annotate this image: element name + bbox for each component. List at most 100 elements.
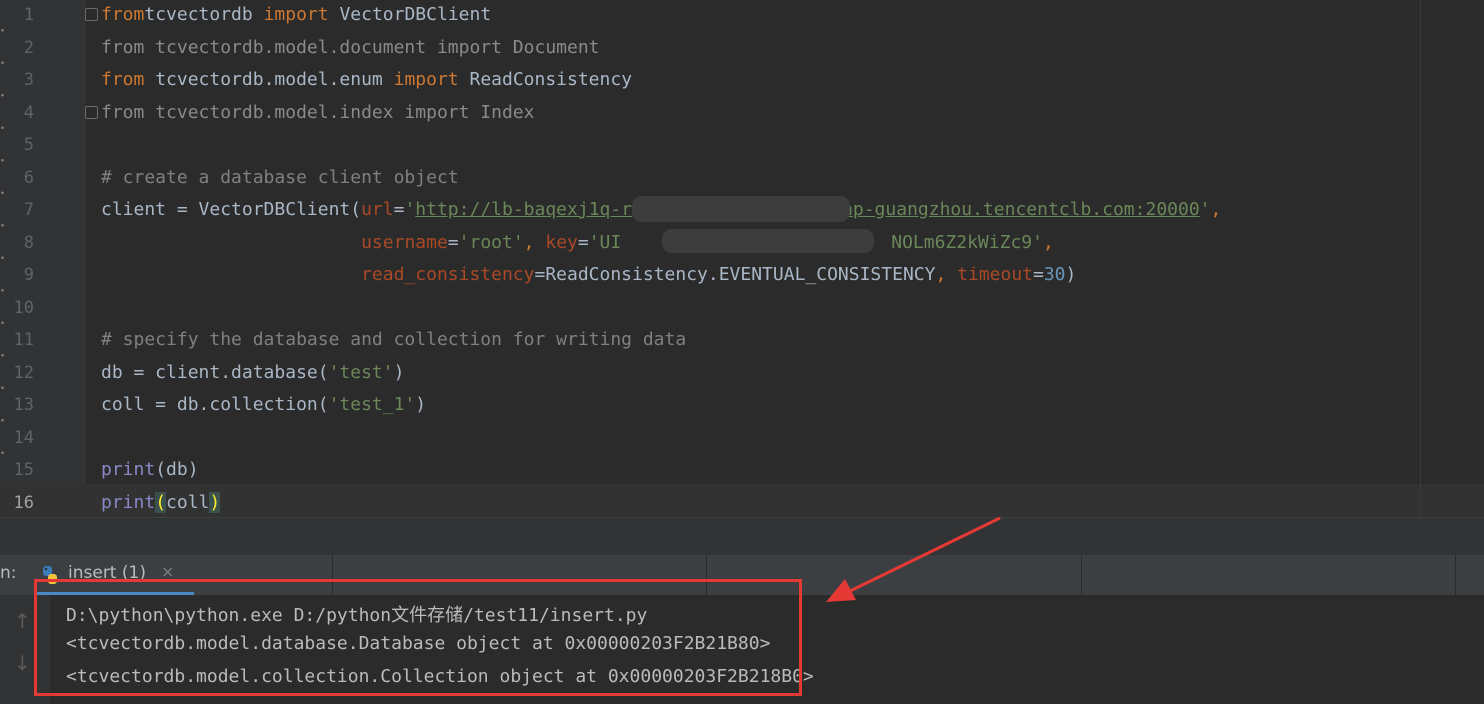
panel-separator — [0, 517, 1484, 556]
code-token: 'root' — [458, 231, 524, 253]
annotation-highlight-box — [34, 579, 802, 696]
run-window-label: n: — [0, 563, 17, 583]
redacted-url-blur — [632, 196, 850, 222]
code-token: ( — [155, 491, 167, 513]
code-token: ap-guangzhou.tencentclb.com:20000 — [842, 199, 1200, 220]
fold-marker-icon[interactable] — [85, 8, 98, 21]
code-text: coll = db.collection('test_1') — [101, 390, 426, 420]
code-line[interactable]: 9 read_consistency=ReadConsistency.EVENT… — [0, 260, 1484, 293]
code-text: db = client.database('test') — [101, 358, 404, 388]
line-number: 5 — [23, 135, 34, 155]
code-token: username — [361, 231, 448, 253]
code-token: key — [545, 231, 578, 253]
code-token: http://lb-baqexj1q-r — [415, 199, 633, 220]
redacted-key-blur — [662, 229, 874, 253]
line-number: 14 — [13, 427, 34, 448]
line-number: 8 — [23, 232, 34, 253]
code-text: read_consistency=ReadConsistency.EVENTUA… — [101, 260, 1076, 290]
code-token: 30 — [1043, 264, 1066, 285]
code-token: db = client.database( — [101, 361, 329, 383]
code-token: print — [101, 459, 156, 480]
code-token: url — [361, 199, 394, 220]
code-token: coll = db.collection( — [101, 394, 329, 415]
code-line[interactable]: 10 — [0, 293, 1484, 326]
line-number: 10 — [13, 297, 34, 318]
code-token: , — [523, 231, 546, 253]
code-token: = — [393, 199, 405, 220]
code-token: ) — [1065, 264, 1077, 285]
line-number: 7 — [23, 200, 34, 220]
code-text: print(coll) — [101, 488, 221, 518]
line-number: 9 — [23, 265, 34, 285]
code-line[interactable]: 16 print(coll) — [0, 488, 1484, 518]
line-number: 11 — [13, 330, 34, 350]
line-number: 15 — [13, 460, 34, 480]
fold-marker-icon[interactable] — [85, 105, 98, 119]
line-number: 4 — [23, 102, 34, 123]
code-token: , — [1210, 199, 1222, 220]
code-token: (db) — [155, 459, 199, 480]
code-token: import — [263, 4, 329, 25]
code-text: from tcvectordb.model.enum import ReadCo… — [101, 65, 632, 95]
code-token: ReadConsistency — [458, 69, 633, 90]
line-number: 2 — [23, 37, 34, 58]
code-token: = — [1033, 264, 1044, 285]
code-token: =ReadConsistency.EVENTUAL_CONSISTENCY — [534, 264, 936, 285]
code-text: # specify the database and collection fo… — [101, 325, 686, 355]
code-text: # create a database client object — [101, 163, 459, 193]
code-token: client = VectorDBClient( — [101, 199, 362, 220]
code-line[interactable]: 14 — [0, 423, 1484, 456]
code-token: # create a database client object — [101, 166, 459, 188]
tab-divider — [1455, 555, 1456, 595]
tab-divider — [1081, 555, 1082, 595]
code-line[interactable]: 13 coll = db.collection('test_1') — [0, 390, 1484, 423]
code-text: from tcvectordb.model.document import Do… — [101, 33, 600, 63]
code-token: 'UI — [588, 231, 622, 253]
code-token: ' — [1199, 199, 1211, 220]
code-token: ) — [209, 491, 221, 513]
code-line[interactable]: 12 db = client.database('test') — [0, 358, 1484, 391]
code-token: ' — [404, 199, 416, 220]
code-token: import — [393, 69, 459, 90]
line-number: 16 — [13, 492, 34, 513]
code-line[interactable]: 15 print(db) — [0, 455, 1484, 488]
code-token: tcvectordb.model.enum — [144, 69, 394, 90]
code-token: from — [101, 69, 145, 90]
code-token: , — [935, 264, 958, 285]
code-token: 'test' — [328, 361, 394, 383]
code-line[interactable]: 6 # create a database client object — [0, 163, 1484, 196]
code-token: # specify the database and collection fo… — [101, 329, 687, 350]
code-text: fromtcvectordb import VectorDBClient — [101, 0, 491, 30]
line-number: 13 — [13, 395, 34, 415]
code-line[interactable]: 2 from tcvectordb.model.document import D… — [0, 33, 1484, 66]
code-text: username='root', key='UI NOLm6Z2kWiZc9', — [101, 228, 1054, 258]
code-text: from tcvectordb.model.index import Index — [101, 98, 534, 128]
line-number: 1 — [23, 5, 34, 25]
scroll-down-icon[interactable]: ↓ — [14, 651, 31, 675]
code-text: print(db) — [101, 455, 199, 485]
line-number: 12 — [13, 362, 34, 383]
code-token: ) — [393, 361, 405, 383]
code-token: 'test_1' — [328, 394, 416, 415]
line-number: 3 — [23, 70, 34, 90]
code-editor[interactable]: 1 fromtcvectordb import VectorDBClient 2 fr… — [0, 0, 1484, 517]
code-token: = — [447, 231, 459, 253]
code-token: timeout — [957, 264, 1033, 285]
scroll-up-icon[interactable]: ↑ — [14, 609, 31, 633]
code-token: from tcvectordb.model.index import Index — [101, 101, 535, 123]
code-token: = — [577, 231, 589, 253]
code-line[interactable]: 11 # specify the database and collection … — [0, 325, 1484, 358]
code-token: ) — [415, 394, 427, 415]
code-token: VectorDBClient — [328, 4, 492, 25]
code-line[interactable]: 3 from tcvectordb.model.enum import ReadC… — [0, 65, 1484, 98]
code-token: coll — [166, 491, 210, 513]
code-token: tcvectordb — [144, 4, 264, 25]
code-line[interactable]: 1 fromtcvectordb import VectorDBClient — [0, 0, 1484, 33]
code-line[interactable]: 4 from tcvectordb.model.index import Inde… — [0, 98, 1484, 131]
code-token: NOLm6Z2kWiZc9' — [891, 231, 1043, 253]
code-line[interactable]: 5 — [0, 130, 1484, 163]
code-token: from tcvectordb.model.document import Do… — [101, 36, 600, 58]
code-token: print — [101, 491, 156, 513]
